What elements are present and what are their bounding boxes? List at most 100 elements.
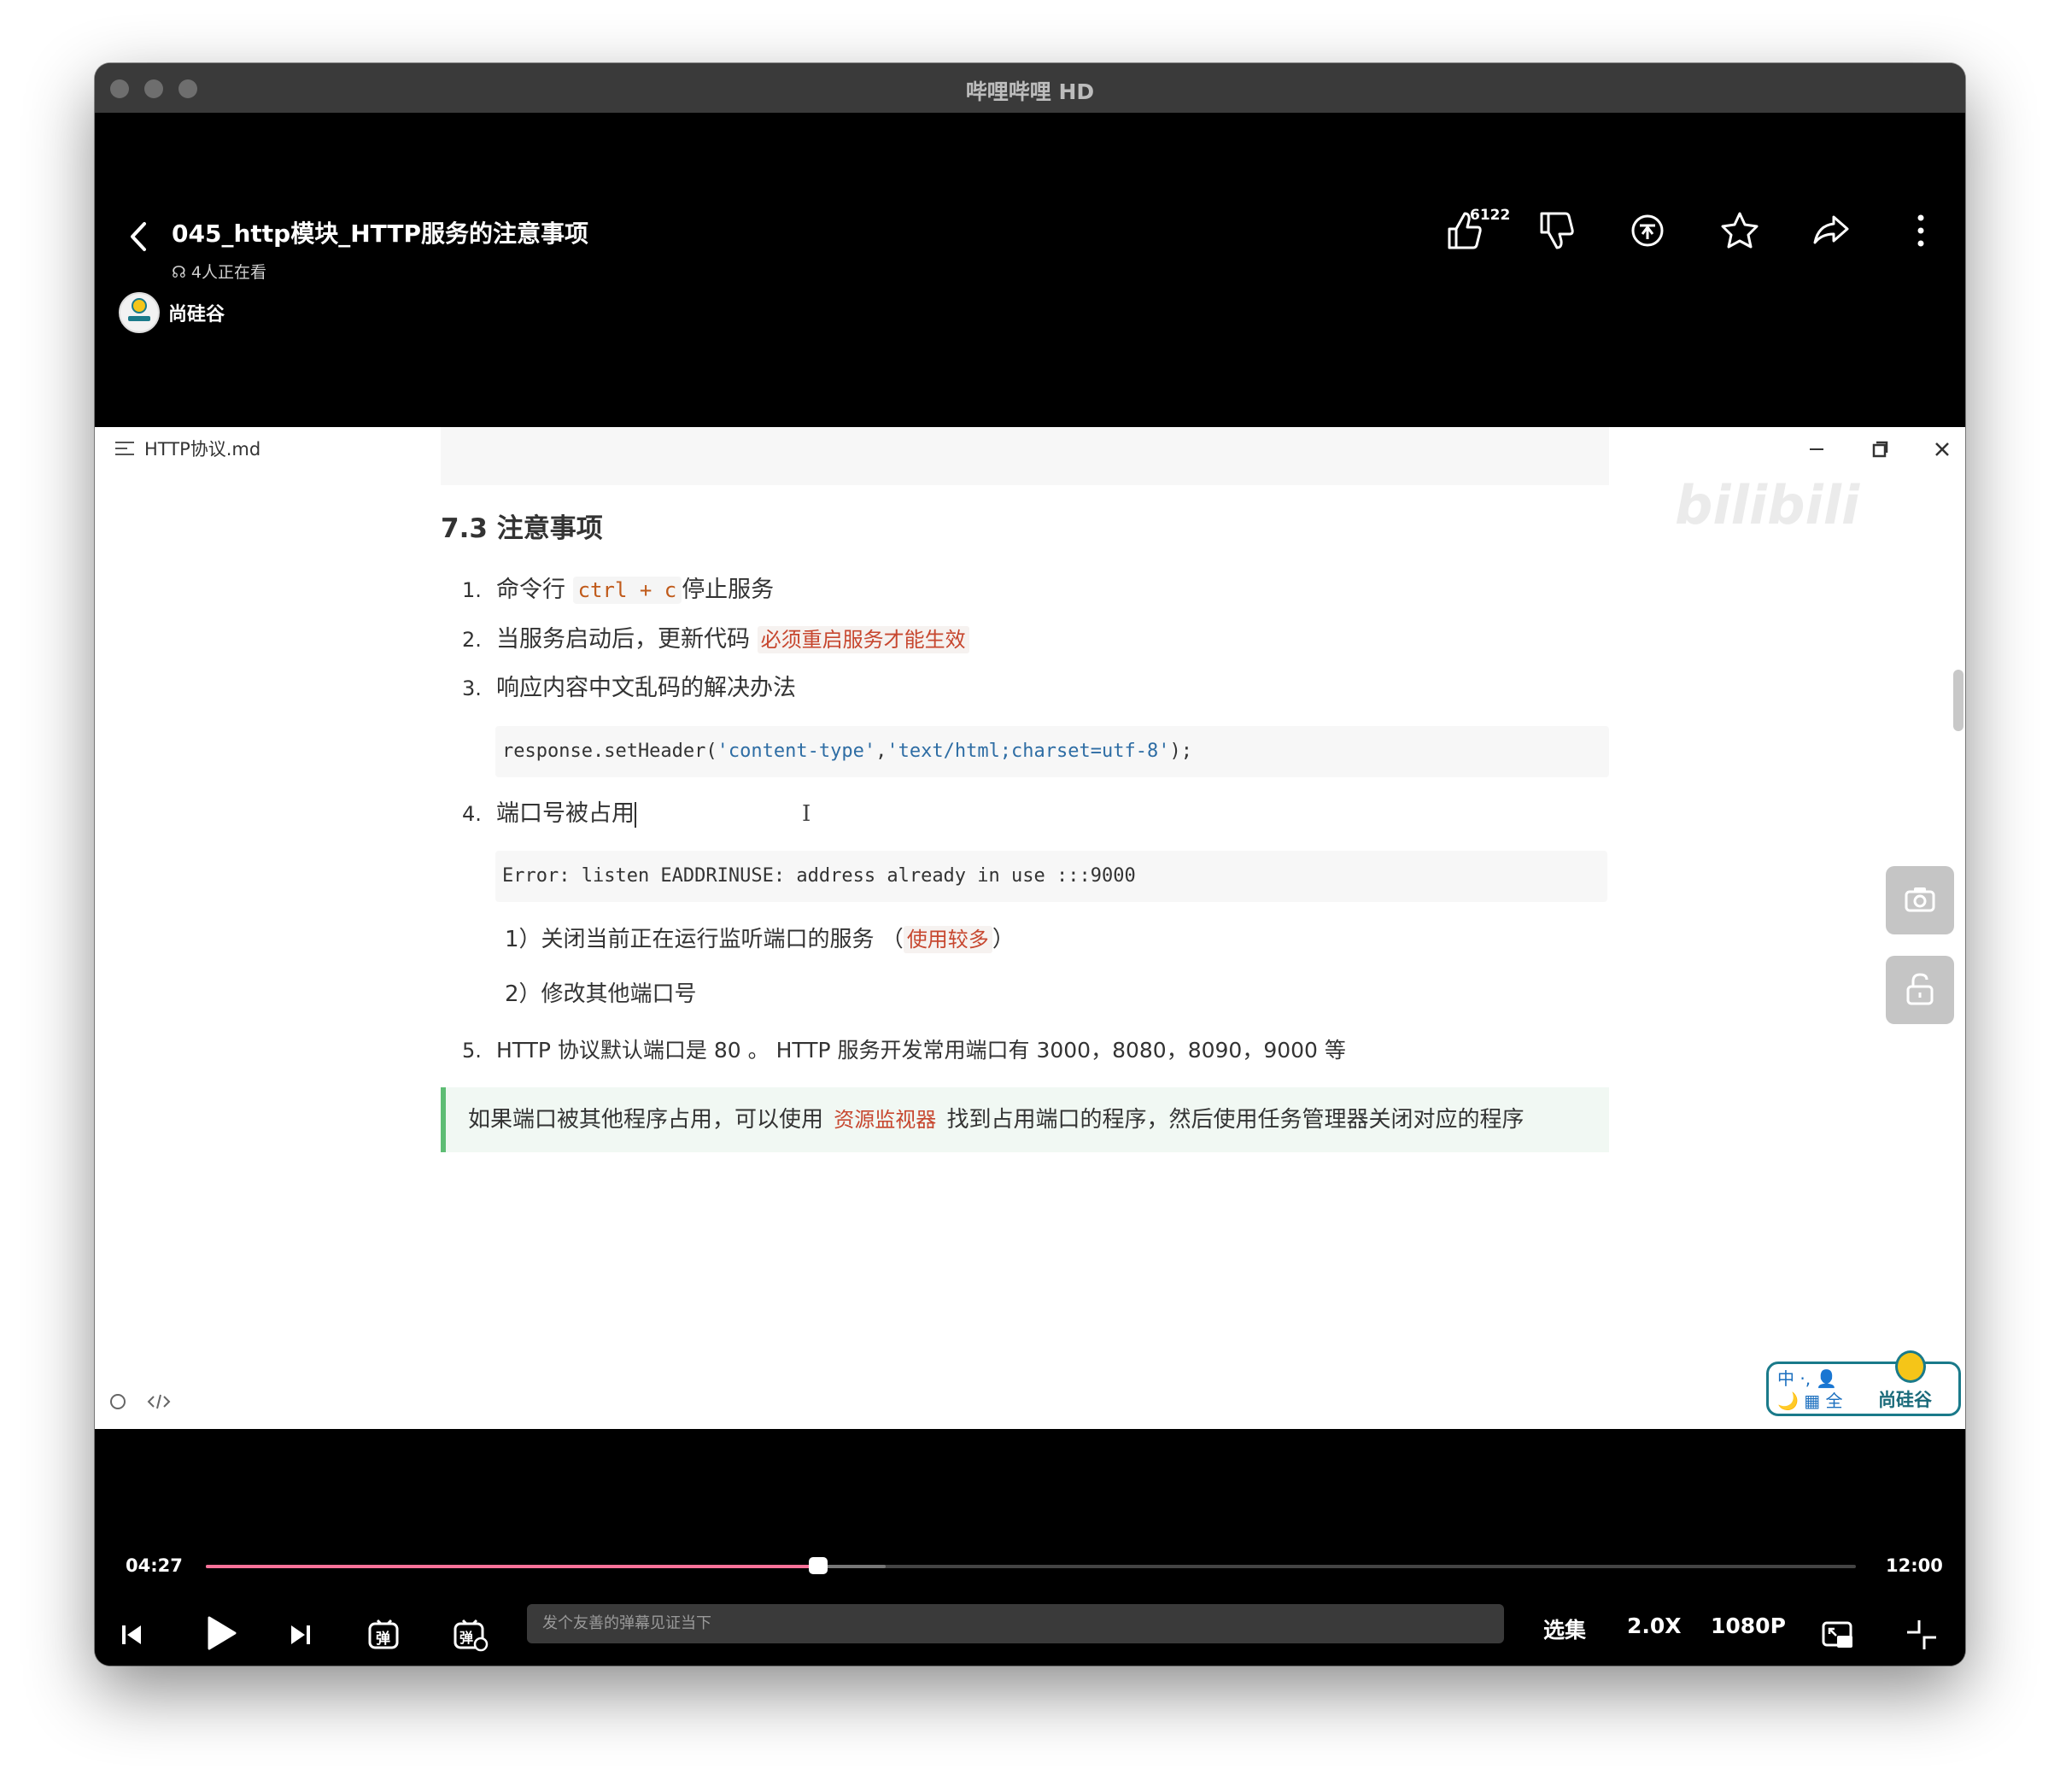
viewers-icon: ☊ [172, 263, 191, 282]
blockquote: 如果端口被其他程序占用，可以使用 资源监视器 找到占用端口的程序，然后使用任务管… [441, 1087, 1609, 1152]
sub-list-text: 2）修改其他端口号 [505, 981, 697, 1007]
quote-text: 找到占用端口的程序，然后使用任务管理器关闭对应的程序 [946, 1107, 1525, 1133]
code-string: 'content-type' [717, 741, 876, 762]
quote-text: 如果端口被其他程序占用，可以使用 [468, 1107, 824, 1133]
back-icon[interactable] [122, 215, 156, 258]
danmaku-input[interactable]: 发个友善的弹幕见证当下 [527, 1604, 1504, 1643]
speed-button[interactable]: 2.0X [1627, 1613, 1682, 1638]
video-title: 045_http模块_HTTP服务的注意事项 [172, 220, 588, 248]
exit-fullscreen-icon[interactable] [1902, 1615, 1941, 1654]
list-number: 1. [462, 578, 482, 602]
list-number: 2. [462, 628, 482, 652]
list-item: 1. 命令行 ctrl + c 停止服务 [462, 571, 774, 604]
text-cursor [635, 801, 636, 828]
bilibili-watermark: bilibili [1675, 474, 1860, 536]
list-text: 响应内容中文乱码的解决办法 [496, 675, 796, 701]
list-text: 命令行 [496, 577, 565, 603]
markdown-content: 7.3 注意事项 1. 命令行 ctrl + c 停止服务 2. 当服务启动后，更新代… [441, 427, 1611, 1152]
titlebar: 哔哩哔哩 HD [95, 63, 1965, 114]
uploader-name[interactable]: 尚硅谷 [168, 299, 225, 326]
editor-tab[interactable]: HTTP协议.md [114, 436, 260, 461]
share-icon[interactable] [1808, 207, 1856, 255]
progress-knob[interactable] [808, 1557, 828, 1574]
lock-button[interactable] [1886, 956, 1954, 1024]
list-text: 端口号被占用 [496, 800, 635, 827]
highlight-text: 使用较多 [903, 926, 992, 953]
highlight-text: 必须重启服务才能生效 [757, 626, 969, 653]
list-text: 停止服务 [682, 577, 775, 603]
list-item: 2. 当服务启动后，更新代码 必须重启服务才能生效 [462, 620, 969, 653]
list-number: 5. [462, 1039, 482, 1063]
editor-scrollbar[interactable] [1953, 670, 1963, 731]
quality-button[interactable]: 1080P [1711, 1613, 1786, 1638]
list-number: 3. [462, 676, 482, 700]
ime-indicators: 中 ·, 👤 🌙 ▦ 全 [1777, 1367, 1854, 1412]
restore-icon[interactable] [1866, 436, 1893, 463]
total-time: 12:00 [1886, 1555, 1943, 1576]
viewer-count-text: 4人正在看 [190, 263, 267, 282]
circle-icon[interactable] [108, 1392, 127, 1411]
sub-list-text: 1）关闭当前正在运行监听端口的服务 [505, 927, 875, 952]
episodes-button[interactable]: 选集 [1543, 1613, 1586, 1644]
code-text: ); [1169, 741, 1193, 762]
progress-bar[interactable] [206, 1557, 1856, 1574]
code-text: , [875, 741, 887, 762]
code-text: Error: listen EADDRINUSE: address alread… [502, 865, 1136, 887]
previous-code-block [441, 427, 1609, 485]
screenshot-button[interactable] [1886, 866, 1954, 934]
list-item: 4. 端口号被占用 [462, 794, 636, 828]
danmaku-toggle-label: 弹 [376, 1631, 390, 1648]
play-icon[interactable] [196, 1609, 243, 1657]
danmaku-toggle-icon[interactable]: 弹 [365, 1615, 404, 1654]
close-icon[interactable] [1928, 436, 1956, 463]
previous-icon[interactable] [112, 1615, 151, 1654]
editor-tab-title: HTTP协议.md [144, 439, 261, 460]
app-window: 哔哩哔哩 HD 045_http模块_HTTP服务的注意事项 ☊ 4人正在看 尚… [95, 63, 1965, 1666]
danmaku-settings-label: 弹 [459, 1630, 474, 1646]
danmaku-settings-icon[interactable]: 弹 [450, 1615, 489, 1654]
editor-statusbar [108, 1392, 172, 1411]
code-block: Error: listen EADDRINUSE: address alread… [495, 851, 1607, 902]
minimize-icon[interactable] [1803, 436, 1830, 463]
inline-code: ctrl + c [572, 577, 682, 604]
ibeam-cursor-icon: I [802, 801, 811, 827]
sub-list-text: （ [874, 927, 904, 952]
list-number: 4. [462, 802, 482, 826]
badge-brand: 尚硅谷 [1878, 1390, 1932, 1410]
list-text: 当服务启动后，更新代码 [496, 626, 750, 653]
sub-list-item: 2）修改其他端口号 [505, 976, 697, 1008]
badge-line: 中 ·, 👤 [1777, 1368, 1838, 1389]
code-string: 'text/html;charset=utf-8' [887, 741, 1170, 762]
current-time: 04:27 [126, 1555, 183, 1576]
camera-icon [1905, 887, 1935, 912]
sub-list-text: ） [992, 927, 1015, 952]
like-count: 6122 [1470, 207, 1511, 224]
dislike-icon[interactable] [1531, 207, 1579, 255]
sub-list-item: 1）关闭当前正在运行监听端口的服务 （使用较多） [505, 922, 1015, 953]
favorite-icon[interactable] [1716, 207, 1764, 255]
video-frame[interactable]: HTTP协议.md bilibili 7.3 注意事项 1. 命令行 ctrl +… [95, 427, 1965, 1429]
coin-icon[interactable] [1624, 207, 1671, 255]
viewer-count: ☊ 4人正在看 [172, 260, 266, 283]
pip-icon[interactable] [1818, 1615, 1858, 1654]
badge-line: 🌙 ▦ 全 [1777, 1391, 1843, 1411]
logo-u-icon [1895, 1350, 1926, 1383]
highlight-text: 资源监视器 [834, 1108, 937, 1132]
window-title: 哔哩哔哩 HD [965, 79, 1095, 104]
list-text: HTTP 协议默认端口是 80 。 HTTP 服务开发常用端口有 3000，80… [496, 1038, 1346, 1063]
played-bar [206, 1565, 818, 1568]
outline-menu-icon[interactable] [114, 440, 136, 457]
section-heading: 7.3 注意事项 [441, 513, 603, 544]
code-text: response.setHeader( [502, 741, 717, 762]
video-header: 045_http模块_HTTP服务的注意事项 ☊ 4人正在看 尚硅谷 6122 [95, 113, 1965, 427]
next-icon[interactable] [281, 1615, 320, 1654]
unlock-icon [1906, 973, 1934, 1005]
sgg-logo-badge: 中 ·, 👤 🌙 ▦ 全 尚硅谷 [1766, 1350, 1961, 1416]
code-block: response.setHeader('content-type','text/… [495, 726, 1609, 777]
list-item: 3. 响应内容中文乱码的解决办法 [462, 669, 796, 702]
list-item: 5. HTTP 协议默认端口是 80 。 HTTP 服务开发常用端口有 3000，… [462, 1034, 1346, 1064]
uploader-logo-icon [128, 298, 150, 321]
more-icon[interactable] [1897, 207, 1945, 255]
avatar[interactable] [119, 292, 160, 333]
source-code-icon[interactable] [146, 1392, 172, 1411]
